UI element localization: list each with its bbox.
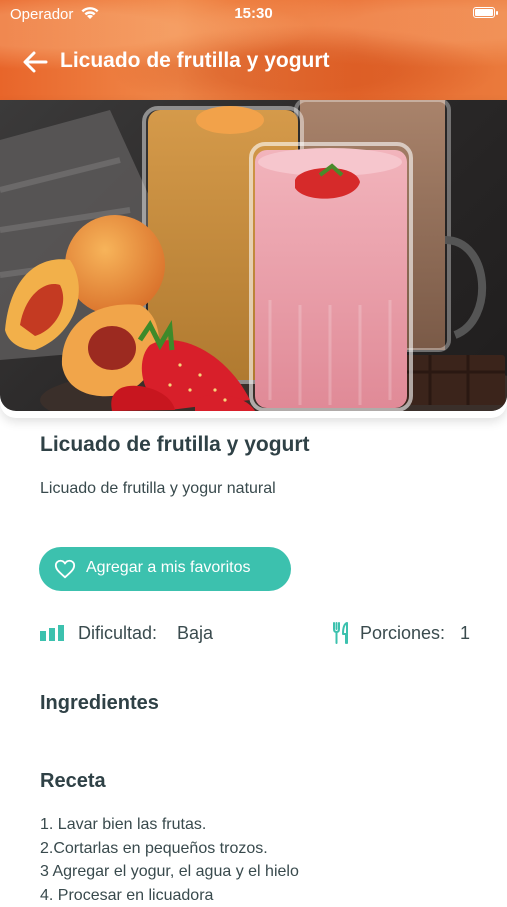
- step-item: 1. Lavar bien las frutas.: [40, 813, 299, 837]
- app-header: Operador 15:30 Licuado de frutilla y yog…: [0, 0, 507, 100]
- recipe-description: Licuado de frutilla y yogur natural: [40, 480, 276, 498]
- difficulty-label: Dificultad:: [78, 623, 157, 644]
- portions-value: 1: [460, 623, 470, 644]
- recipe-heading: Receta: [40, 770, 106, 793]
- status-bar: Operador 15:30: [0, 0, 507, 28]
- recipe-photo: [0, 100, 507, 411]
- difficulty-value: Baja: [177, 623, 213, 644]
- step-item: 4. Procesar en licuadora: [40, 884, 299, 907]
- status-time: 15:30: [0, 5, 507, 22]
- recipe-steps: 1. Lavar bien las frutas. 2.Cortarlas en…: [40, 813, 299, 907]
- step-item: 2.Cortarlas en pequeños trozos.: [40, 837, 299, 861]
- nav-title: Licuado de frutilla y yogurt: [60, 49, 330, 73]
- portions-label: Porciones:: [360, 623, 445, 644]
- add-favorite-button[interactable]: Agregar a mis favoritos: [39, 547, 291, 591]
- bar-chart-icon: [40, 624, 66, 642]
- heart-icon: [54, 558, 76, 580]
- step-item: 3 Agregar el yogur, el agua y el hielo: [40, 860, 299, 884]
- battery-icon: [473, 7, 495, 18]
- battery-tip: [496, 11, 498, 15]
- recipe-title: Licuado de frutilla y yogurt: [40, 433, 310, 457]
- fork-knife-icon: [332, 622, 350, 644]
- arrow-left-icon[interactable]: [22, 50, 48, 74]
- add-favorite-label: Agregar a mis favoritos: [86, 559, 251, 577]
- ingredients-heading: Ingredientes: [40, 692, 159, 715]
